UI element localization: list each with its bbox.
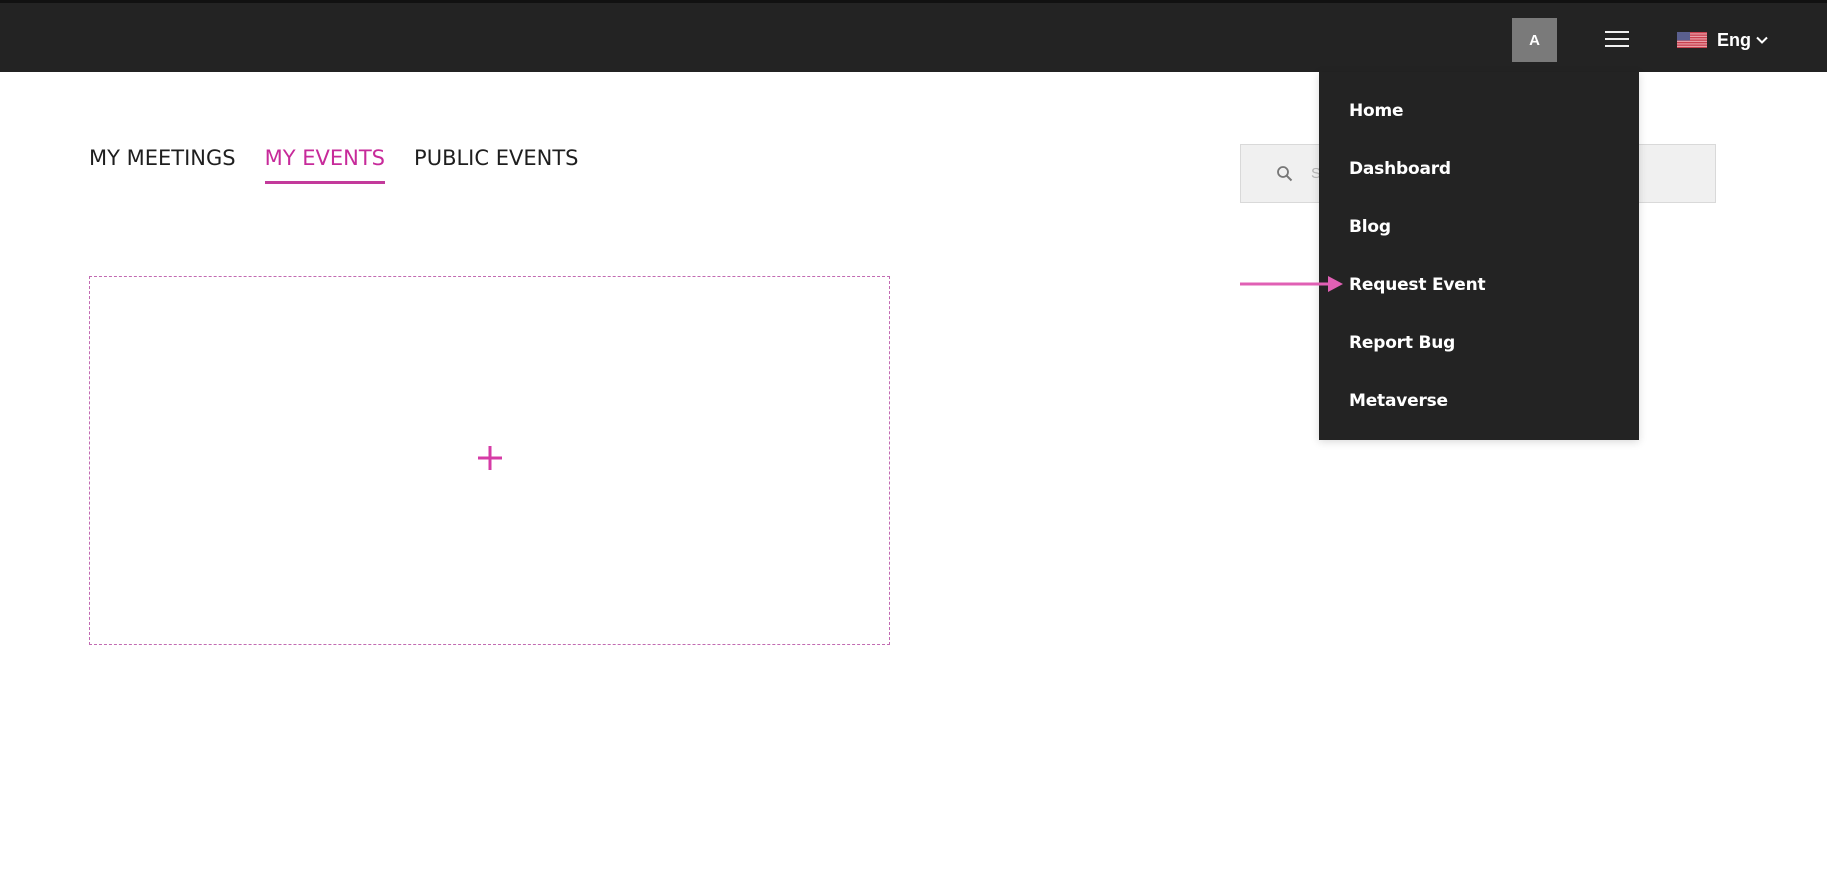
nav-dropdown-menu: Home Dashboard Blog Request Event Report…	[1319, 72, 1639, 440]
events-tabs: MY MEETINGS MY EVENTS PUBLIC EVENTS	[89, 146, 578, 184]
user-avatar-button[interactable]: A	[1512, 18, 1557, 62]
menu-item-metaverse[interactable]: Metaverse	[1319, 386, 1639, 444]
menu-item-blog[interactable]: Blog	[1319, 212, 1639, 270]
menu-item-report-bug[interactable]: Report Bug	[1319, 328, 1639, 386]
top-navbar: A Eng	[0, 0, 1827, 72]
menu-item-dashboard[interactable]: Dashboard	[1319, 154, 1639, 212]
tab-my-meetings[interactable]: MY MEETINGS	[89, 146, 236, 184]
hamburger-line	[1605, 45, 1629, 47]
chevron-down-icon	[1756, 36, 1768, 44]
hamburger-line	[1605, 31, 1629, 33]
plus-icon	[477, 445, 502, 470]
menu-item-request-event[interactable]: Request Event	[1319, 270, 1639, 328]
search-icon	[1277, 166, 1293, 182]
language-selector[interactable]: Eng	[1677, 27, 1768, 53]
language-label: Eng	[1717, 29, 1751, 50]
hamburger-menu-icon[interactable]	[1603, 28, 1631, 52]
add-event-card[interactable]	[89, 276, 890, 645]
menu-item-home[interactable]: Home	[1319, 96, 1639, 154]
hamburger-line	[1605, 38, 1629, 40]
avatar-initial: A	[1529, 31, 1540, 49]
tab-my-events[interactable]: MY EVENTS	[264, 146, 386, 184]
us-flag-icon	[1677, 32, 1707, 48]
tab-public-events[interactable]: PUBLIC EVENTS	[414, 146, 578, 184]
